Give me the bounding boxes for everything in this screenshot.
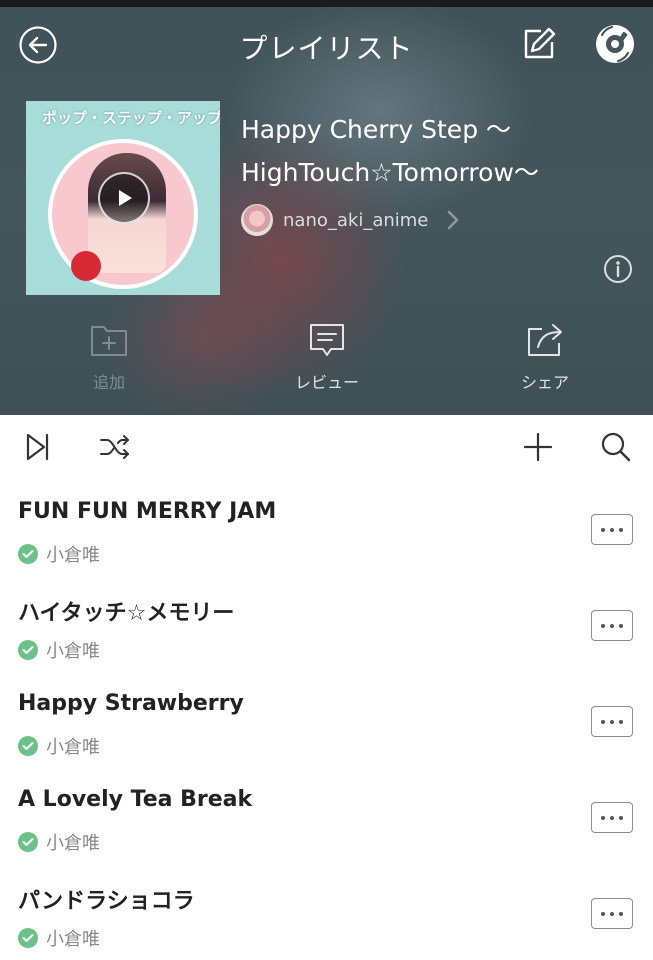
more-button[interactable] <box>591 610 633 641</box>
check-icon <box>18 640 38 660</box>
more-dots-icon <box>619 719 623 724</box>
track-title: A Lovely Tea Break <box>18 787 253 812</box>
playlist-name-line1: Happy Cherry Step 〜 <box>241 115 512 144</box>
avatar <box>241 204 273 236</box>
owner-name: nano_aki_anime <box>283 209 429 231</box>
share-button[interactable]: シェア <box>485 323 605 393</box>
track-title: ハイタッチ☆メモリー <box>18 601 235 626</box>
cover-apple <box>71 251 101 281</box>
more-dots-icon <box>610 527 614 532</box>
more-dots-icon <box>619 623 623 628</box>
search-icon <box>601 432 631 462</box>
review-label: レビュー <box>294 373 359 392</box>
more-dots-icon <box>610 623 614 628</box>
artist-name: 小倉唯 <box>46 545 100 566</box>
track-artist: 小倉唯 <box>18 733 100 759</box>
add-button[interactable]: 追加 <box>49 323 169 393</box>
status-bar-edge <box>0 0 653 7</box>
table-row[interactable]: A Lovely Tea Break 小倉唯 <box>0 769 653 866</box>
shuffle-icon <box>100 435 129 459</box>
track-artist: 小倉唯 <box>18 637 100 663</box>
track-artist: 小倉唯 <box>18 541 100 567</box>
more-dots-icon <box>601 815 605 820</box>
more-button[interactable] <box>591 706 633 737</box>
table-row[interactable]: FUN FUN MERRY JAM 小倉唯 <box>0 481 653 578</box>
more-dots-icon <box>601 911 605 916</box>
artist-name: 小倉唯 <box>46 833 100 854</box>
play-next-icon <box>26 433 49 461</box>
owner-link[interactable]: nano_aki_anime <box>241 204 460 236</box>
more-dots-icon <box>610 911 614 916</box>
edit-icon <box>524 27 556 59</box>
add-label: 追加 <box>92 373 125 392</box>
cover-title-text: ポップ・ステップ・アップル <box>42 109 220 127</box>
play-button[interactable] <box>98 172 150 224</box>
table-row[interactable]: パンドラショコラ 小倉唯 <box>0 865 653 960</box>
plus-icon <box>523 432 553 462</box>
more-dots-icon <box>619 815 623 820</box>
artist-name: 小倉唯 <box>46 929 100 950</box>
share-icon <box>528 324 562 356</box>
more-button[interactable] <box>591 898 633 929</box>
more-dots-icon <box>601 719 605 724</box>
more-dots-icon <box>619 911 623 916</box>
disc-icon <box>596 25 634 63</box>
track-title: FUN FUN MERRY JAM <box>18 499 277 524</box>
check-icon <box>18 832 38 852</box>
more-button[interactable] <box>591 802 633 833</box>
more-dots-icon <box>601 527 605 532</box>
check-icon <box>18 544 38 564</box>
track-artist: 小倉唯 <box>18 925 100 951</box>
disc-button[interactable] <box>594 23 636 65</box>
track-title: Happy Strawberry <box>18 691 244 716</box>
info-icon <box>604 255 632 283</box>
more-dots-icon <box>610 719 614 724</box>
artist-name: 小倉唯 <box>46 737 100 758</box>
chevron-right-icon <box>448 210 459 230</box>
more-dots-icon <box>610 815 614 820</box>
play-icon <box>119 190 132 206</box>
more-dots-icon <box>619 527 623 532</box>
playlist-name: Happy Cherry Step 〜 HighTouch☆Tomorrow〜 <box>241 108 641 194</box>
artist-name: 小倉唯 <box>46 641 100 662</box>
track-toolbar <box>0 415 653 482</box>
track-artist: 小倉唯 <box>18 829 100 855</box>
comment-icon <box>310 324 344 356</box>
shuffle-button[interactable] <box>99 431 131 467</box>
more-button[interactable] <box>591 514 633 545</box>
add-track-button[interactable] <box>522 431 554 467</box>
review-button[interactable]: レビュー <box>267 323 387 393</box>
info-button[interactable] <box>603 254 633 284</box>
check-icon <box>18 928 38 948</box>
more-dots-icon <box>601 623 605 628</box>
edit-button[interactable] <box>521 26 557 62</box>
table-row[interactable]: Happy Strawberry 小倉唯 <box>0 673 653 770</box>
search-button[interactable] <box>600 431 632 467</box>
add-folder-icon <box>91 326 127 356</box>
share-label: シェア <box>520 373 569 392</box>
play-all-button[interactable] <box>24 431 52 467</box>
check-icon <box>18 736 38 756</box>
track-title: パンドラショコラ <box>18 889 195 914</box>
table-row[interactable]: ハイタッチ☆メモリー 小倉唯 <box>0 577 653 674</box>
playlist-header: プレイリスト ポップ・ステップ・アップル Happy Cherry Step 〜… <box>0 0 653 415</box>
playlist-name-line2: HighTouch☆Tomorrow〜 <box>241 158 539 187</box>
